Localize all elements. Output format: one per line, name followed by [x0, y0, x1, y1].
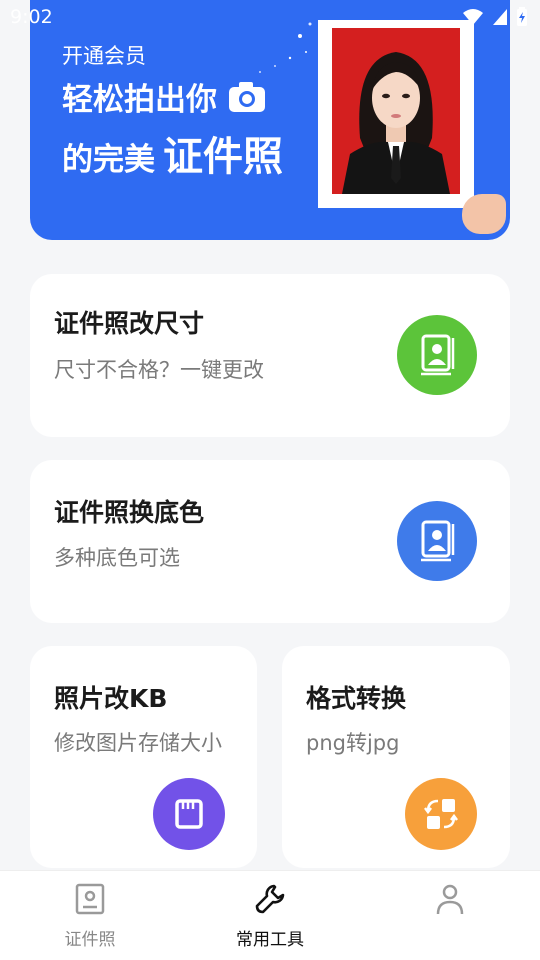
- status-bar: 9:02: [0, 0, 540, 36]
- vip-banner[interactable]: 开通会员 轻松拍出你 的完美 证件照: [30, 0, 510, 240]
- wifi-icon: [463, 9, 483, 25]
- sd-card-icon: [153, 778, 225, 850]
- bg-color-card-desc: 多种底色可选: [54, 546, 180, 570]
- compress-kb-card[interactable]: 照片改KB 修改图片存储大小: [30, 646, 257, 868]
- format-card-desc: png转jpg: [306, 731, 400, 755]
- wrench-icon: [255, 884, 285, 914]
- bg-color-icon: [397, 501, 477, 581]
- kb-card-title: 照片改KB: [54, 684, 168, 713]
- change-bg-color-card[interactable]: 证件照换底色 多种底色可选: [30, 460, 510, 623]
- profile-icon: [436, 884, 464, 915]
- banner-line2-highlight: 证件照: [163, 134, 283, 180]
- format-card-title: 格式转换: [306, 684, 407, 713]
- signal-icon: [493, 9, 507, 25]
- resize-icon: [397, 315, 477, 395]
- nav-label-id-photo: 证件照: [64, 930, 116, 950]
- convert-icon: [405, 778, 477, 850]
- hand-decoration: [462, 194, 506, 234]
- resize-photo-card[interactable]: 证件照改尺寸 尺寸不合格？一键更改: [30, 274, 510, 437]
- banner-headline-line2: 的完美 证件照: [62, 124, 283, 182]
- status-icons: [462, 7, 528, 27]
- banner-subtitle: 开通会员: [62, 44, 146, 68]
- resize-card-title: 证件照改尺寸: [54, 309, 205, 338]
- nav-item-id-photo[interactable]: 证件照: [30, 883, 150, 950]
- nav-label-tools: 常用工具: [236, 930, 304, 950]
- id-photo-icon: [75, 883, 105, 915]
- nav-item-profile[interactable]: [390, 883, 510, 925]
- id-photo-frame: [318, 20, 474, 208]
- kb-card-desc: 修改图片存储大小: [54, 731, 222, 755]
- id-photo-sample: [332, 28, 460, 194]
- nav-item-tools[interactable]: 常用工具: [210, 883, 330, 950]
- banner-line1-text: 轻松拍出你: [62, 82, 217, 118]
- bg-color-card-title: 证件照换底色: [54, 498, 205, 527]
- format-convert-card[interactable]: 格式转换 png转jpg: [282, 646, 510, 868]
- battery-icon: [517, 7, 527, 26]
- bottom-nav: 证件照 常用工具: [0, 870, 540, 960]
- status-time: 9:02: [10, 6, 53, 28]
- resize-card-desc: 尺寸不合格？一键更改: [54, 358, 264, 382]
- banner-line2-prefix: 的完美: [62, 142, 155, 178]
